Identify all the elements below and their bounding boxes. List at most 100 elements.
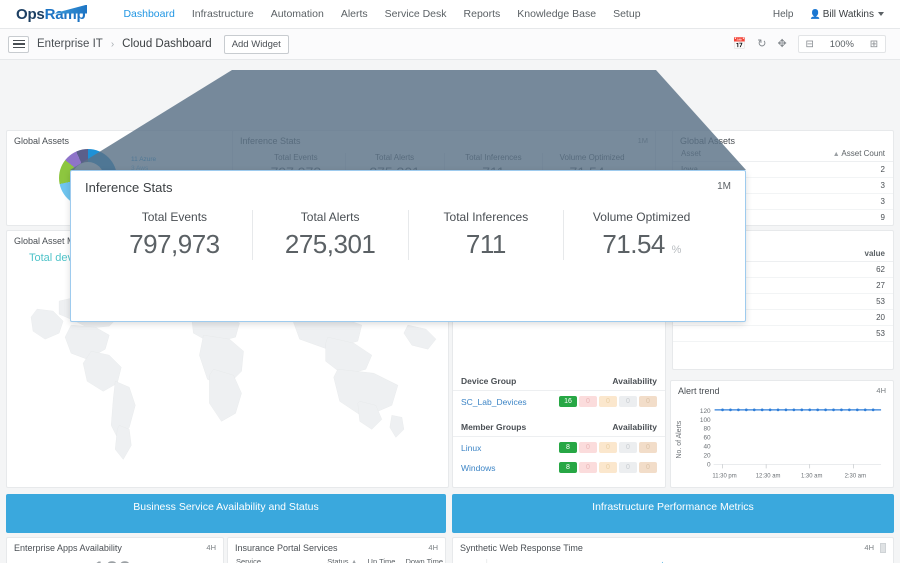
- cell-count: 9: [790, 210, 893, 226]
- column-service[interactable]: Service: [228, 553, 319, 563]
- section-banner-infrastructure[interactable]: Infrastructure Performance Metrics: [452, 494, 894, 533]
- sort-ascending-icon: ▲: [833, 151, 840, 158]
- cell-name: [673, 326, 752, 342]
- column-asset-count[interactable]: ▲ Asset Count: [790, 146, 893, 162]
- nav-item-alerts[interactable]: Alerts: [341, 8, 368, 20]
- user-icon: 👤: [809, 9, 820, 20]
- device-group-header: Device Group: [461, 376, 516, 386]
- svg-text:1:30 am: 1:30 am: [801, 473, 823, 479]
- kpi-label: Total Events: [247, 153, 345, 162]
- nav-item-setup[interactable]: Setup: [613, 8, 640, 20]
- kpi-label: Total Inferences: [445, 153, 543, 162]
- svg-text:20: 20: [703, 452, 711, 459]
- zoom-control-group: ⊟ 100% ⊞: [798, 35, 886, 53]
- help-link[interactable]: Help: [773, 9, 794, 20]
- device-group-row[interactable]: SC_Lab_Devices 16 0 0 0 0: [453, 391, 665, 411]
- calendar-icon[interactable]: 📅: [733, 39, 747, 50]
- y-axis-label: No. of Alerts: [676, 420, 683, 458]
- kpi-value: 275,301: [259, 229, 402, 260]
- widget-synthetic-web-response-time[interactable]: Synthetic Web Response Time 4H 5001.0k1.…: [452, 537, 894, 563]
- resize-grip-icon[interactable]: [880, 543, 886, 553]
- popup-kpi-total-inferences: Total Inferences 711: [409, 210, 565, 260]
- synthetic-response-range[interactable]: 4H: [864, 543, 874, 552]
- pill-ok: 8: [559, 462, 577, 473]
- cell-value: 27: [752, 278, 893, 294]
- app-logo[interactable]: OpsRamp: [10, 6, 85, 23]
- menu-toggle-button[interactable]: [8, 36, 29, 53]
- user-menu[interactable]: 👤 Bill Watkins: [809, 9, 884, 20]
- nav-item-dashboard[interactable]: Dashboard: [123, 8, 174, 20]
- widget-enterprise-apps-availability[interactable]: Enterprise Apps Availability 4H 100% UPT…: [6, 537, 224, 563]
- pill-other: 0: [639, 442, 657, 453]
- column-status[interactable]: Status ▲: [319, 553, 359, 563]
- popup-range-label[interactable]: 1M: [717, 181, 731, 192]
- main-nav-links: Dashboard Infrastructure Automation Aler…: [123, 8, 640, 20]
- nav-item-automation[interactable]: Automation: [271, 8, 324, 20]
- y-axis-ticks: 12010080 6040200: [700, 408, 711, 469]
- column-asset[interactable]: Asset: [673, 146, 790, 162]
- table-row[interactable]: 53: [673, 326, 893, 342]
- kpi-unit: %: [672, 244, 681, 256]
- column-value[interactable]: value: [752, 246, 893, 262]
- widget-title: Global Assets: [673, 131, 893, 146]
- banner-label: Infrastructure Performance Metrics: [592, 501, 754, 513]
- nav-item-reports[interactable]: Reports: [464, 8, 501, 20]
- refresh-icon[interactable]: ↻: [757, 39, 766, 50]
- move-icon[interactable]: ✥: [777, 39, 786, 50]
- popup-kpi-row: Total Events 797,973 Total Alerts 275,30…: [71, 210, 745, 260]
- pill-warning: 0: [599, 462, 617, 473]
- inference-stats-range[interactable]: 1M: [638, 136, 648, 145]
- add-widget-button[interactable]: Add Widget: [224, 35, 289, 54]
- kpi-value: 711: [415, 229, 558, 260]
- column-down-time[interactable]: Down Time: [397, 553, 445, 563]
- uptime-value-wrap: 100%: [7, 559, 223, 563]
- synthetic-response-title: Synthetic Web Response Time: [460, 543, 583, 553]
- breadcrumb-separator-icon: ›: [111, 39, 114, 50]
- synthetic-response-chart: 5001.0k1.5k: [453, 555, 893, 563]
- svg-text:12:30 am: 12:30 am: [756, 473, 781, 479]
- alert-trend-chart: No. of Alerts 12010080 6040200 11:30 pm1…: [671, 397, 893, 488]
- uptime-value: 100: [92, 557, 131, 563]
- cell-value: 62: [752, 262, 893, 278]
- x-axis-tick-labels: 11:30 pm12:30 am 1:30 am2:30 am: [712, 473, 866, 479]
- kpi-number: 71.54: [602, 229, 665, 259]
- inference-stats-popup[interactable]: Inference Stats 1M Total Events 797,973 …: [70, 170, 746, 322]
- enterprise-apps-range[interactable]: 4H: [206, 543, 216, 552]
- pill-ok: 16: [559, 396, 577, 407]
- svg-text:60: 60: [703, 435, 711, 442]
- member-group-row[interactable]: Windows 8 0 0 0 0: [453, 457, 665, 477]
- popup-title: Inference Stats: [71, 171, 745, 195]
- member-group-row[interactable]: Linux 8 0 0 0 0: [453, 437, 665, 457]
- widget-title: Enterprise Apps Availability 4H: [7, 538, 223, 553]
- column-label: Asset Count: [841, 149, 885, 158]
- section-banner-business-service[interactable]: Business Service Availability and Status: [6, 494, 446, 533]
- zoom-out-icon[interactable]: ⊟: [799, 39, 821, 50]
- member-group-name[interactable]: Linux: [461, 443, 481, 453]
- legend-item-azure[interactable]: 11 Azure: [131, 156, 178, 163]
- svg-text:0: 0: [707, 461, 711, 468]
- device-group-header-row: Device Group Availability: [453, 371, 665, 391]
- widget-title: Insurance Portal Services 4H: [228, 538, 445, 553]
- nav-item-knowledge-base[interactable]: Knowledge Base: [517, 8, 596, 20]
- insurance-portal-range[interactable]: 4H: [428, 543, 438, 552]
- nav-item-infrastructure[interactable]: Infrastructure: [192, 8, 254, 20]
- device-group-name[interactable]: SC_Lab_Devices: [461, 397, 527, 407]
- nav-item-service-desk[interactable]: Service Desk: [385, 8, 447, 20]
- pill-other: 0: [639, 396, 657, 407]
- svg-text:2:30 am: 2:30 am: [845, 473, 867, 479]
- zoom-in-icon[interactable]: ⊞: [863, 39, 885, 50]
- breadcrumb-root[interactable]: Enterprise IT: [37, 38, 103, 50]
- availability-pills: 8 0 0 0 0: [559, 442, 657, 453]
- widget-title: Inference Stats 1M: [233, 131, 655, 146]
- hamburger-line: [13, 47, 25, 49]
- column-up-time[interactable]: Up Time: [360, 553, 398, 563]
- nav-right-group: Help 👤 Bill Watkins: [773, 9, 890, 20]
- alert-trend-title: Alert trend: [678, 386, 720, 396]
- member-group-name[interactable]: Windows: [461, 463, 495, 473]
- cell-value: 53: [752, 326, 893, 342]
- availability-pills: 8 0 0 0 0: [559, 462, 657, 473]
- alert-trend-range[interactable]: 4H: [876, 386, 886, 395]
- global-assets-donut-title: Global Assets: [14, 136, 69, 146]
- widget-insurance-portal-services[interactable]: Insurance Portal Services 4H Service Sta…: [227, 537, 446, 563]
- widget-alert-trend[interactable]: Alert trend 4H No. of Alerts 12010080 60…: [670, 380, 894, 488]
